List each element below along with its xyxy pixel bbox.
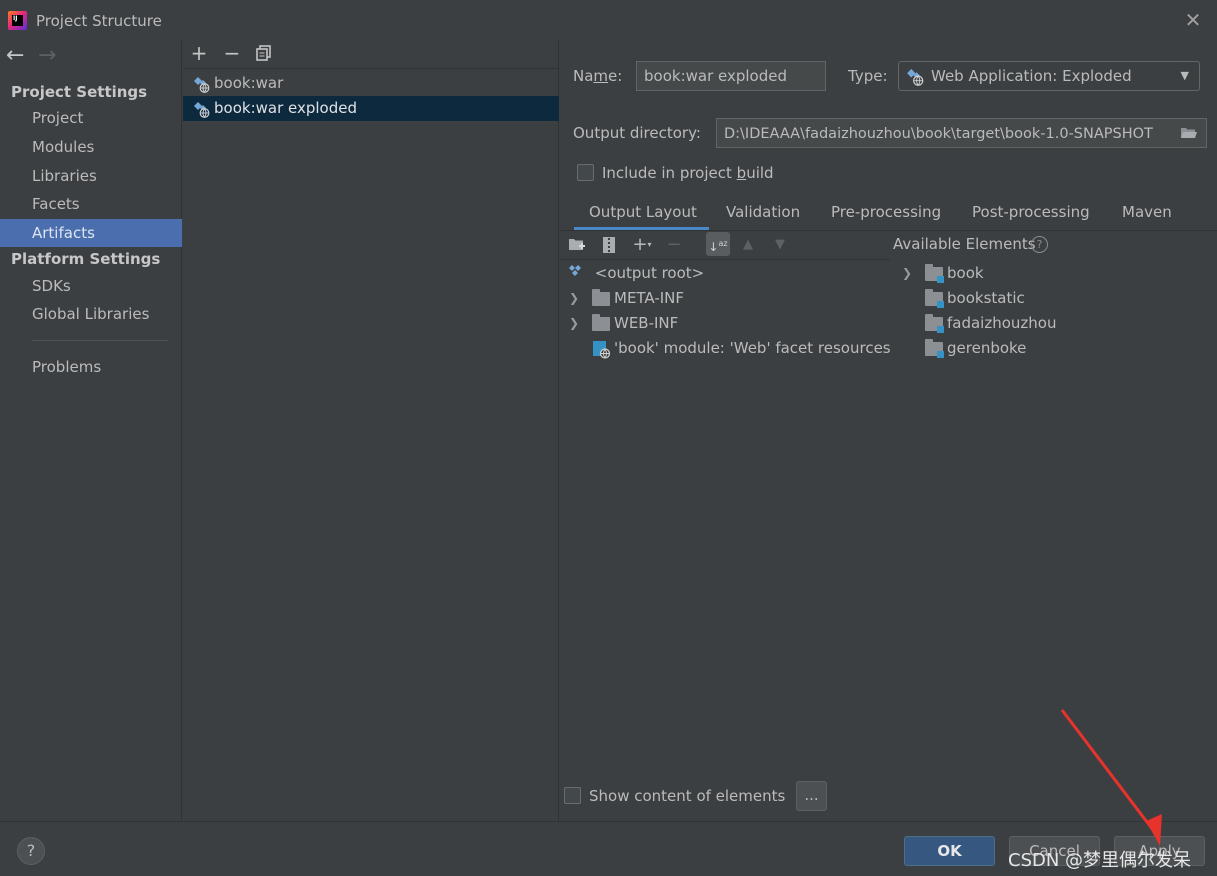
nav-item-sdks[interactable]: SDKs (0, 272, 182, 300)
output-directory-label: Output directory: (573, 124, 701, 142)
type-label: Type: (848, 67, 888, 85)
available-item-book[interactable]: book (947, 261, 984, 286)
available-item-fadaizhouzhou[interactable]: fadaizhouzhou (947, 311, 1056, 336)
project-settings-header: Project Settings (11, 83, 148, 101)
browse-folder-icon[interactable] (1172, 119, 1206, 147)
name-label: Name: (573, 67, 623, 85)
add-copy-icon[interactable]: +▾ (632, 235, 652, 255)
output-directory-value: D:\IDEAAA\fadaizhouzhou\book\target\book… (724, 126, 1153, 142)
module-folder-icon (925, 264, 944, 283)
available-item-bookstatic[interactable]: bookstatic (947, 286, 1025, 311)
tab-post-processing[interactable]: Post-processing (972, 202, 1090, 230)
artifact-label: book:war exploded (214, 99, 357, 117)
remove-icon[interactable]: − (223, 43, 241, 63)
move-up-icon[interactable]: ▲ (738, 235, 758, 255)
nav-item-global-libraries[interactable]: Global Libraries (0, 300, 182, 328)
nav-item-modules[interactable]: Modules (0, 133, 182, 161)
tree-output-root[interactable]: <output root> (568, 261, 704, 286)
folder-icon (592, 289, 610, 306)
chevron-right-icon[interactable]: ❯ (569, 317, 581, 329)
chevron-right-icon[interactable]: ❯ (569, 292, 581, 304)
csdn-watermark: CSDN @梦里偶尔发呆 (1008, 850, 1192, 871)
nav-item-project[interactable]: Project (0, 104, 182, 132)
toolbar-divider (560, 259, 890, 260)
bottom-divider (0, 821, 1217, 822)
module-folder-icon (925, 289, 944, 308)
nav-separator (32, 340, 168, 341)
forward-arrow-icon[interactable]: → (38, 45, 56, 67)
name-field[interactable]: book:war exploded (636, 61, 826, 91)
type-value: Web Application: Exploded (931, 67, 1132, 85)
tabs-divider (560, 230, 1217, 231)
tab-output-layout[interactable]: Output Layout (589, 202, 697, 230)
available-item-gerenboke[interactable]: gerenboke (947, 336, 1026, 361)
show-content-checkbox[interactable] (564, 787, 581, 804)
tab-maven[interactable]: Maven (1122, 202, 1172, 230)
title-bar (0, 0, 1217, 40)
chevron-right-icon[interactable]: ❯ (902, 267, 914, 279)
red-annotation-arrow (1060, 709, 1162, 846)
include-in-build-checkbox[interactable] (577, 164, 594, 181)
remove-icon[interactable]: − (664, 235, 684, 255)
ok-button[interactable]: OK (904, 836, 995, 866)
include-in-build-label: Include in project build (602, 164, 774, 182)
module-folder-icon (925, 339, 944, 358)
tab-pre-processing[interactable]: Pre-processing (831, 202, 941, 230)
sort-alphabetically-icon[interactable]: ↓az (706, 232, 730, 256)
platform-settings-header: Platform Settings (11, 250, 161, 268)
new-directory-icon[interactable] (567, 235, 587, 255)
web-artifact-icon (907, 69, 924, 86)
archive-icon[interactable] (599, 235, 619, 255)
artifact-root-icon (569, 265, 581, 276)
web-artifact-icon (193, 76, 210, 93)
help-icon[interactable]: ? (1031, 236, 1048, 253)
type-dropdown[interactable]: Web Application: Exploded ▼ (898, 61, 1200, 91)
more-options-button[interactable]: ... (796, 781, 827, 811)
artifact-row-war-exploded[interactable]: book:war exploded (183, 96, 559, 121)
close-icon[interactable]: ✕ (1183, 10, 1203, 30)
nav-item-facets[interactable]: Facets (0, 190, 182, 218)
back-arrow-icon[interactable]: ← (6, 45, 24, 67)
window-title: Project Structure (36, 12, 162, 30)
nav-item-problems[interactable]: Problems (0, 353, 182, 381)
module-folder-icon (925, 314, 944, 333)
web-facet-resources-icon (593, 341, 611, 359)
move-down-icon[interactable]: ▼ (770, 235, 790, 255)
tree-item-web-facet-resources[interactable]: 'book' module: 'Web' facet resources (614, 336, 891, 361)
folder-icon (592, 314, 610, 331)
toolbar-divider (183, 68, 559, 69)
chevron-down-icon: ▼ (1180, 69, 1189, 82)
web-artifact-icon (193, 101, 210, 118)
help-button[interactable]: ? (17, 837, 45, 865)
tree-item-meta-inf[interactable]: META-INF (614, 286, 684, 311)
active-tab-indicator (574, 227, 709, 230)
tree-item-web-inf[interactable]: WEB-INF (614, 311, 678, 336)
nav-item-artifacts[interactable]: Artifacts (0, 219, 182, 247)
copy-icon[interactable] (256, 45, 272, 61)
intellij-logo-icon: IJ (8, 11, 27, 30)
nav-item-libraries[interactable]: Libraries (0, 162, 182, 190)
artifacts-list-panel (183, 40, 559, 821)
show-content-label: Show content of elements (589, 787, 786, 805)
add-icon[interactable]: + (190, 43, 208, 63)
output-directory-field[interactable]: D:\IDEAAA\fadaizhouzhou\book\target\book… (716, 118, 1207, 148)
available-elements-title: Available Elements (893, 235, 1036, 253)
tab-validation[interactable]: Validation (726, 202, 800, 230)
artifact-label: book:war (214, 74, 284, 92)
artifact-row-war[interactable]: book:war (183, 71, 559, 96)
